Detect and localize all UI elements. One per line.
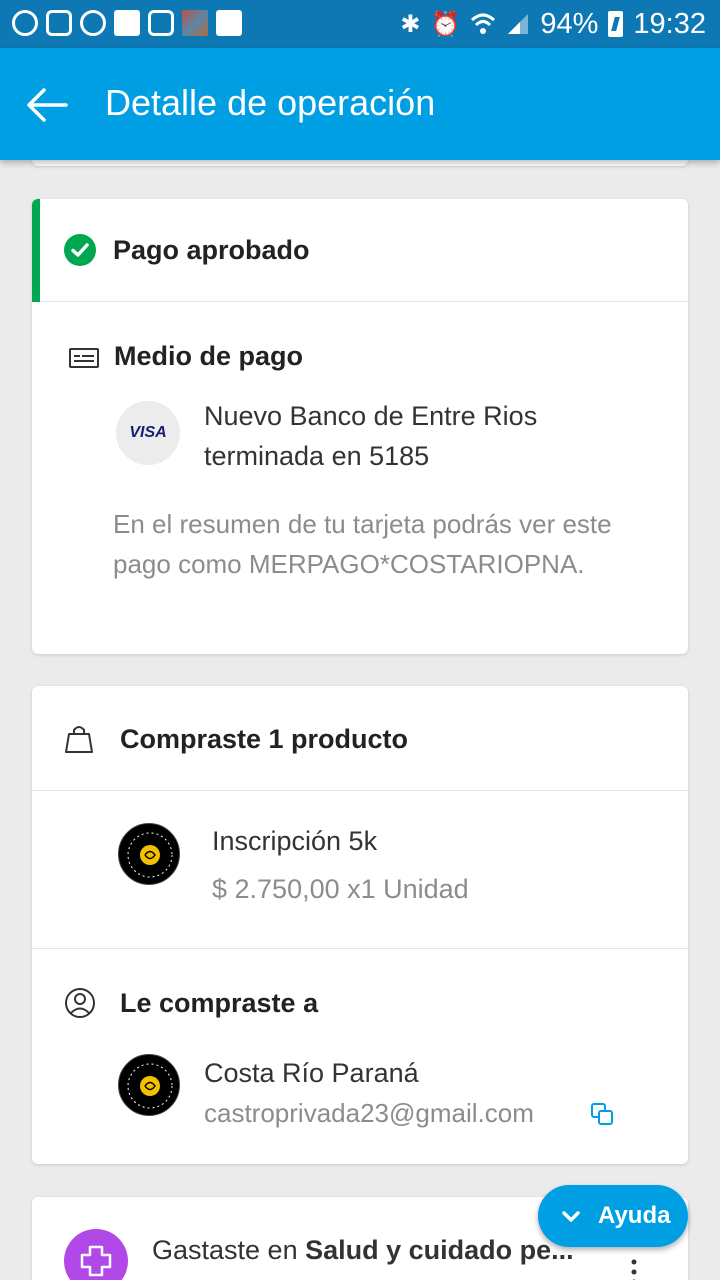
payment-status-row: Pago aprobado	[32, 199, 688, 302]
bluetooth-icon: ✱	[400, 10, 421, 38]
spending-prefix: Gastaste en	[152, 1235, 306, 1265]
sync-icon	[12, 10, 38, 36]
system-indicators: ✱ ⏰ 94% 19:32	[400, 6, 706, 42]
voicemail-icon	[216, 10, 242, 36]
health-plus-icon	[64, 1229, 128, 1280]
sim-icon	[148, 10, 174, 36]
status-bar: ✱ ⏰ 94% 19:32	[0, 0, 720, 48]
clock: 19:32	[633, 7, 706, 40]
help-button[interactable]: Ayuda	[538, 1185, 688, 1247]
divider	[32, 948, 688, 949]
signal-icon	[508, 14, 529, 34]
product-logo	[118, 823, 180, 885]
seller-email[interactable]: castroprivada23@gmail.com	[204, 1098, 534, 1129]
messenger-icon	[80, 10, 106, 36]
battery-percent: 94%	[540, 7, 599, 40]
help-label: Ayuda	[598, 1202, 671, 1229]
product-price: $ 2.750,00 x1 Unidad	[212, 874, 469, 904]
instagram-icon	[46, 10, 72, 36]
chevron-down-icon	[562, 1211, 580, 1222]
seller-logo	[118, 1054, 180, 1116]
statement-note: En el resumen de tu tarjeta podrás ver e…	[113, 509, 612, 579]
alarm-icon: ⏰	[430, 10, 461, 38]
app-bar: Detalle de operación	[0, 48, 720, 160]
spending-text: Gastaste en Salud y cuidado pe...	[152, 1235, 612, 1266]
spending-category: Salud y cuidado pe...	[305, 1235, 574, 1265]
bank-info: Nuevo Banco de Entre Rios terminada en 5…	[204, 396, 664, 476]
seller-name: Costa Río Paraná	[204, 1058, 419, 1088]
payment-status: Pago aprobado	[113, 235, 310, 265]
purchase-card: Compraste 1 producto Inscripción 5k $ 2.…	[32, 686, 688, 1164]
bank-name: Nuevo Banco de Entre Rios	[204, 401, 538, 431]
divider	[32, 790, 688, 791]
user-circle-icon	[65, 988, 95, 1018]
arrow-left-icon	[27, 88, 68, 122]
back-button[interactable]	[22, 80, 72, 130]
credit-card-icon	[69, 348, 99, 368]
battery-icon	[608, 11, 624, 37]
visa-logo: VISA	[116, 401, 180, 465]
card-ending: terminada en 5185	[204, 441, 430, 471]
payment-method-title: Medio de pago	[114, 341, 303, 371]
check-circle-icon	[64, 234, 96, 266]
seller-title: Le compraste a	[120, 988, 319, 1018]
wifi-icon	[471, 13, 496, 34]
payment-card: Pago aprobado Medio de pago VISA Nuevo B…	[32, 199, 688, 654]
more-vert-icon[interactable]	[628, 1257, 640, 1280]
purchase-title: Compraste 1 producto	[120, 724, 409, 754]
status-accent	[32, 199, 40, 302]
photo-icon	[182, 10, 208, 36]
copy-icon[interactable]	[590, 1102, 614, 1126]
product-name: Inscripción 5k	[212, 826, 378, 856]
shopping-bag-icon	[65, 726, 93, 753]
notification-icons	[12, 10, 242, 38]
flipboard-icon	[114, 10, 140, 36]
page-title: Detalle de operación	[105, 82, 436, 123]
